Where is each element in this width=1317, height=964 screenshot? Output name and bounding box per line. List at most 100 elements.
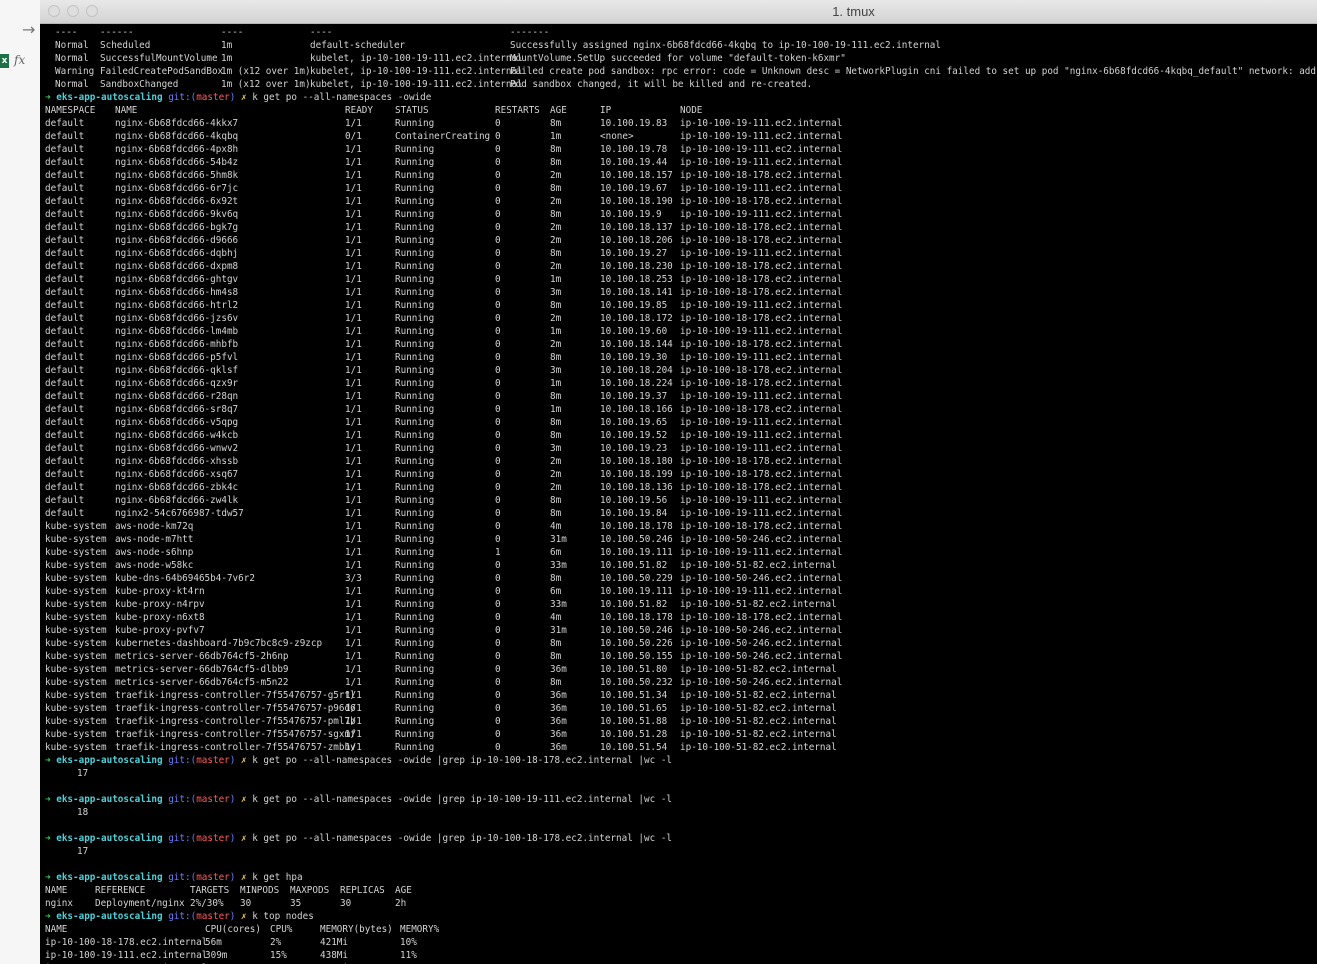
cell: default — [45, 118, 85, 129]
cell: 10.100.19.52 — [600, 430, 668, 441]
cell: nginx-6b68fdcd66-bgk7g — [115, 222, 239, 233]
cell: NAME — [45, 885, 68, 896]
cell: Running — [395, 183, 435, 194]
count-output: 17 — [45, 767, 1317, 780]
cell: 10.100.18.137 — [600, 222, 673, 233]
cell: 0 — [495, 742, 501, 753]
cell: nginx-6b68fdcd66-ghtgv — [115, 274, 239, 285]
pod-row: default nginx-6b68fdcd66-htrl2 1/1 Running 0… — [45, 299, 1317, 312]
pod-row: default nginx-6b68fdcd66-xhssb 1/1 Running 0… — [45, 455, 1317, 468]
cell: aws-node-m7htt — [115, 534, 194, 545]
cell: ip-10-100-50-246.ec2.internal — [680, 638, 843, 649]
pod-row: default nginx-6b68fdcd66-wnwv2 1/1 Running 0… — [45, 442, 1317, 455]
prompt-paren: ) — [229, 911, 236, 922]
cell: 36m — [550, 664, 567, 675]
cell: nginx-6b68fdcd66-sr8q7 — [115, 404, 239, 415]
cell: 8m — [550, 144, 562, 155]
cell: kube-dns-64b69465b4-7v6r2 — [115, 573, 255, 584]
command-text: k get po --all-namespaces -owide |grep i… — [252, 794, 673, 805]
pod-row: default nginx-6b68fdcd66-dqbhj 1/1 Running 0… — [45, 247, 1317, 260]
cell: default — [45, 365, 85, 376]
cell: default — [45, 339, 85, 350]
cell: 10.100.51.82 — [600, 599, 668, 610]
cell: 31m — [550, 625, 567, 636]
cell: 438Mi — [320, 950, 348, 961]
cell: 309m — [205, 950, 228, 961]
cell: ip-10-100-51-82.ec2.internal — [680, 703, 837, 714]
cell: default — [45, 157, 85, 168]
cell: Running — [395, 261, 435, 272]
cell: ------- — [510, 27, 550, 38]
cell: 1m (x12 over 1m) — [221, 79, 311, 90]
cell: 1/1 — [345, 157, 362, 168]
cell: 3m — [550, 443, 562, 454]
pod-row: default nginx-6b68fdcd66-6r7jc 1/1 Running 0… — [45, 182, 1317, 195]
cell: metrics-server-66db764cf5-dlbb9 — [115, 664, 289, 675]
terminal-window: 1. tmux ---- ------ ---- ---- ------- Normal S… — [40, 0, 1317, 964]
cell: 10.100.19.9 — [600, 209, 662, 220]
prompt-directory: eks-app-autoscaling — [56, 755, 163, 766]
cell: default — [45, 469, 85, 480]
cell: Running — [395, 326, 435, 337]
prompt-dirty-icon: ✗ — [241, 833, 247, 844]
cell: traefik-ingress-controller-7f55476757-zm… — [115, 742, 356, 753]
count-value: 17 — [77, 846, 89, 857]
pod-row: kube-system kube-proxy-n4rpv 1/1 Running 0 33… — [45, 598, 1317, 611]
cell: 0 — [495, 235, 501, 246]
excel-icon: x — [0, 54, 9, 68]
cell: Running — [395, 508, 435, 519]
cell: 1/1 — [345, 183, 362, 194]
cell: Running — [395, 690, 435, 701]
cell: nginx — [45, 898, 73, 909]
cell: 10.100.18.230 — [600, 261, 673, 272]
prompt-dirty-icon: ✗ — [241, 911, 247, 922]
cell: ip-10-100-18-178.ec2.internal — [45, 937, 208, 948]
cell: 0 — [495, 170, 501, 181]
prompt-git-label: git: — [168, 872, 191, 883]
cell: 0 — [495, 287, 501, 298]
cell: ip-10-100-18-178.ec2.internal — [680, 404, 843, 415]
cell: ip-10-100-18-178.ec2.internal — [680, 365, 843, 376]
cell: 1/1 — [345, 677, 362, 688]
cell: 8m — [550, 495, 562, 506]
cell: AGE — [550, 105, 567, 116]
cell: 0 — [495, 313, 501, 324]
prompt-branch: master — [196, 755, 230, 766]
cell: 8m — [550, 508, 562, 519]
cell: default — [45, 248, 85, 259]
prompt-git-label: git: — [168, 833, 191, 844]
cell: default — [45, 261, 85, 272]
prompt-paren: ) — [229, 755, 236, 766]
cell: 0 — [495, 521, 501, 532]
cell: NODE — [680, 105, 703, 116]
cell: 10.100.19.111 — [600, 586, 673, 597]
event-row: ---- ------ ---- ---- ------- — [45, 26, 1317, 39]
cell: 33m — [550, 599, 567, 610]
cell: 2m — [550, 196, 562, 207]
cell: Running — [395, 339, 435, 350]
cell: 1/1 — [345, 716, 362, 727]
prompt-arrow: ➜ — [45, 755, 51, 766]
prompt-dirty-icon: ✗ — [241, 872, 247, 883]
cell: 33m — [550, 560, 567, 571]
cell: Running — [395, 300, 435, 311]
cell: 10.100.19.83 — [600, 118, 668, 129]
cell: Running — [395, 222, 435, 233]
cell: Running — [395, 469, 435, 480]
pod-row: kube-system metrics-server-66db764cf5-m5n… — [45, 676, 1317, 689]
cell: Running — [395, 742, 435, 753]
cell: Running — [395, 664, 435, 675]
background-app-strip: → x fx — [0, 0, 41, 964]
cell: ip-10-100-19-111.ec2.internal — [680, 508, 843, 519]
terminal-output[interactable]: ---- ------ ---- ---- ------- Normal Scheduled… — [45, 26, 1317, 964]
arrow-right-icon: → — [22, 20, 36, 39]
cell: 0 — [495, 586, 501, 597]
cell: Running — [395, 521, 435, 532]
cell: nginx-6b68fdcd66-lm4mb — [115, 326, 239, 337]
cell: default — [45, 313, 85, 324]
cell: kube-system — [45, 560, 107, 571]
cell: 0 — [495, 404, 501, 415]
cell: 2h — [395, 898, 407, 909]
cell: 1m — [550, 326, 562, 337]
cell: ip-10-100-19-111.ec2.internal — [680, 547, 843, 558]
